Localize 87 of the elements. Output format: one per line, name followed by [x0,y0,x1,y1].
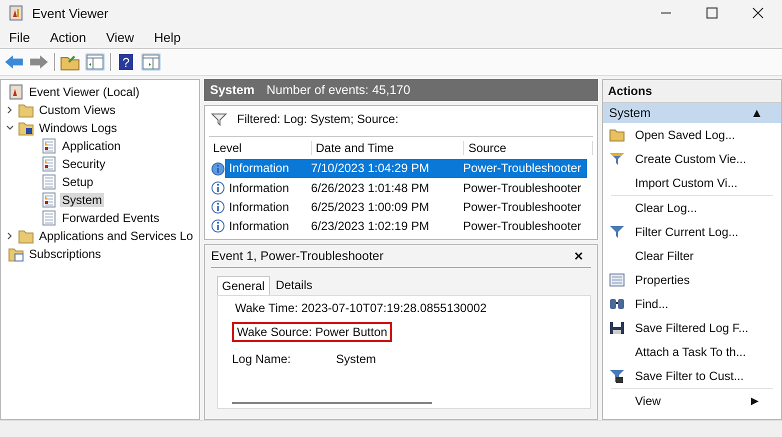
pane-command[interactable]: View [635,394,661,408]
menu-item[interactable]: Help [154,30,181,44]
pane-command[interactable]: Clear Filter [635,249,694,263]
tree-item[interactable]: Forwarded Events [60,211,162,225]
table-cell-text: 6/25/2023 1:00:09 PM [310,200,430,214]
filter-icon [609,369,625,383]
table-cell-text: Information [228,218,290,232]
table-cell-text: Power-Troubleshooter [462,180,582,194]
close-icon[interactable] [752,7,764,19]
log-icon [41,174,57,190]
app-icon [8,5,24,21]
log-icon [41,210,57,226]
table-cell-text: 6/23/2023 1:02:19 PM [310,218,430,232]
filter-text: Filtered: Log: System; Source: [237,112,398,126]
table-cell-text: Power-Troubleshooter [462,200,582,214]
window-title: Event Viewer [32,6,108,20]
section-header[interactable]: System ▲ [603,103,781,123]
info-icon [211,218,225,232]
info-icon [211,162,225,176]
tree-item[interactable]: Security [60,157,108,171]
info-icon [211,200,225,214]
pane-command[interactable]: Clear Log... [635,201,698,215]
folder-icon [18,120,34,136]
column-header[interactable]: Source [464,141,593,155]
subscriptions-icon [8,246,24,262]
folder-icon [18,102,34,118]
event-title: Event 1, Power-Troubleshooter [211,249,384,263]
submenu-arrow-icon: ▶ [751,395,759,407]
filter-icon [609,225,625,239]
pane-icon[interactable] [85,53,105,71]
field-value: System [336,352,376,366]
forward-arrow-icon[interactable] [29,53,49,71]
folder-icon[interactable] [60,53,80,71]
table-cell-text: 6/26/2023 1:01:48 PM [310,180,430,194]
table-cell: Information [225,159,307,178]
tree-item[interactable]: Custom Views [37,103,118,117]
table-cell-text: Information [228,200,290,214]
column-header[interactable]: Date and Time [312,141,464,155]
tree-item[interactable]: Applications and Services Lo [37,229,196,243]
tree-item[interactable]: Setup [60,175,96,189]
tab[interactable]: Details [272,276,316,295]
tree-item[interactable]: System [60,193,104,207]
tree-item[interactable]: Windows Logs [37,121,120,135]
pane-command[interactable]: Attach a Task To th... [635,345,746,359]
table-cell: 7/10/2023 1:04:29 PM [307,159,459,178]
pane-command[interactable]: Save Filter to Cust... [635,369,744,383]
detail-line: Wake Time: 2023-07-10T07:19:28.0855130002 [234,300,488,316]
pane-icon[interactable] [141,53,161,71]
binoculars-icon [609,297,625,311]
save-icon [609,321,625,335]
folder-icon [18,228,34,244]
back-arrow-icon[interactable] [4,53,24,71]
pane-command[interactable]: Properties [635,273,690,287]
close-button[interactable]: × [574,248,591,264]
event-viewer-icon [8,84,24,100]
scrollbar[interactable] [232,402,432,404]
tree-item[interactable]: Application [60,139,123,153]
tree-item[interactable]: Event Viewer (Local) [27,85,142,99]
menu-item[interactable]: Action [50,30,86,44]
pane-command[interactable]: Save Filtered Log F... [635,321,748,335]
info-icon [211,180,225,194]
maximize-icon[interactable] [706,7,718,19]
log-icon [41,156,57,172]
tab[interactable]: General [217,276,270,295]
pane-command[interactable]: Find... [635,297,668,311]
folder-icon [609,128,625,142]
actions-header: Actions [603,80,781,103]
table-cell-text: Information [228,180,290,194]
event-count: Number of events: 45,170 [266,83,410,97]
properties-icon [609,273,625,287]
column-header[interactable]: Level [209,141,312,155]
pane-command[interactable]: Open Saved Log... [635,128,736,142]
menu-item[interactable]: File [9,30,30,44]
pane-command[interactable]: Import Custom Vi... [635,176,738,190]
log-icon [41,192,57,208]
log-icon [41,138,57,154]
filter-icon [609,152,625,166]
pane-command[interactable]: Filter Current Log... [635,225,738,239]
table-cell: Power-Troubleshooter [459,159,587,178]
menu-item[interactable]: View [106,30,134,44]
pane-command[interactable]: Create Custom Vie... [635,152,746,166]
field-label: Log Name: [232,352,292,366]
help-icon[interactable]: ? [116,53,136,71]
table-cell-text: Power-Troubleshooter [462,218,582,232]
log-name: System [210,83,254,97]
filter-icon [211,112,227,126]
tree-item[interactable]: Subscriptions [27,247,104,261]
